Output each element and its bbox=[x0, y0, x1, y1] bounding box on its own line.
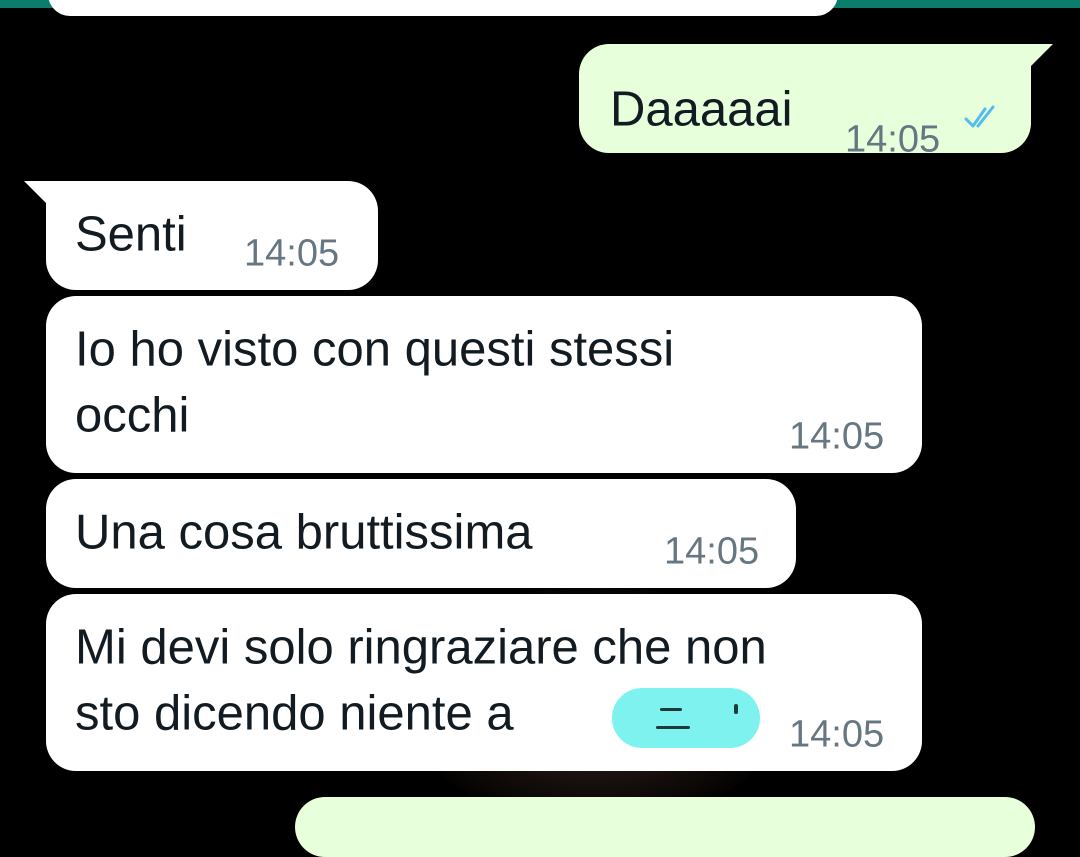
message-time: 14:05 bbox=[789, 713, 885, 756]
message-incoming[interactable]: Io ho visto con questi stessi occhi 14:0… bbox=[46, 296, 922, 473]
message-text-line: sto dicendo niente a bbox=[75, 686, 514, 741]
bubble-tail bbox=[1031, 44, 1053, 66]
message-time: 14:05 bbox=[789, 415, 885, 458]
redaction-stroke bbox=[660, 708, 682, 711]
message-incoming[interactable]: Senti 14:05 bbox=[24, 181, 378, 290]
message-text-line: Mi devi solo ringraziare che non bbox=[75, 620, 767, 675]
message-time: 14:05 bbox=[244, 232, 340, 275]
message-incoming[interactable]: Una cosa bruttissima 14:05 bbox=[46, 479, 796, 588]
message-text: Una cosa bruttissima bbox=[75, 505, 533, 560]
message-text: Daaaaai bbox=[610, 82, 793, 137]
bubble-tail bbox=[24, 181, 46, 203]
message-text-line: occhi bbox=[75, 388, 190, 443]
message-time: 14:05 bbox=[845, 118, 941, 161]
previous-message-bubble[interactable] bbox=[48, 0, 838, 16]
redaction-stroke bbox=[734, 704, 738, 714]
next-message-bubble[interactable] bbox=[295, 797, 1035, 857]
redaction-mark bbox=[612, 688, 760, 748]
message-text: Senti bbox=[75, 207, 187, 262]
message-outgoing[interactable]: Daaaaai 14:05 bbox=[579, 44, 1053, 161]
double-check-icon bbox=[963, 101, 1003, 136]
message-incoming[interactable]: Mi devi solo ringraziare che non sto dic… bbox=[46, 594, 922, 771]
message-time: 14:05 bbox=[664, 530, 760, 573]
message-text-line: Io ho visto con questi stessi bbox=[75, 322, 675, 377]
redaction-stroke bbox=[656, 726, 690, 729]
